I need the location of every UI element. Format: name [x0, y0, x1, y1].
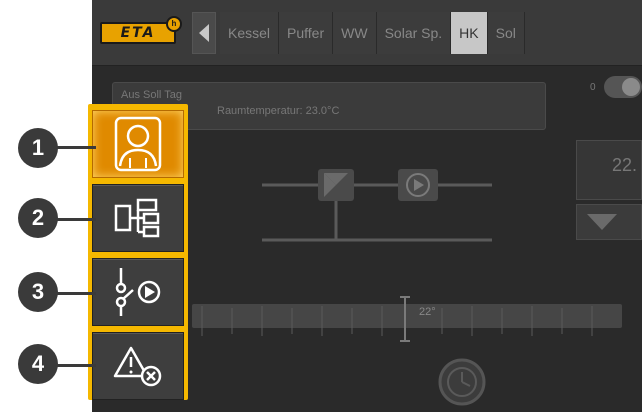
pump-icon	[398, 169, 438, 201]
callout-1: 1	[18, 128, 58, 168]
tab-ww[interactable]: WW	[333, 12, 377, 54]
toggle-label: 0	[590, 82, 596, 93]
tab-bar: Kessel Puffer WW Solar Sp. HK Sol	[220, 12, 525, 54]
mode-icons	[280, 356, 486, 406]
errors-menu-button[interactable]	[92, 332, 184, 400]
heating-circuit-diagram	[262, 169, 492, 242]
tab-sol[interactable]: Sol	[487, 12, 525, 54]
eta-logo: ETA h	[100, 16, 182, 44]
tab-scroll-left-button[interactable]	[192, 12, 216, 54]
tab-solar-sp[interactable]: Solar Sp.	[376, 12, 452, 54]
callout-4: 4	[18, 344, 58, 384]
top-bar: ETA h Kessel Puffer WW Solar Sp. HK Sol	[92, 0, 642, 66]
slider-handle[interactable]	[400, 296, 410, 342]
setpoint-panel: 22.	[576, 140, 642, 200]
structure-tree-icon	[114, 198, 160, 238]
warning-error-icon	[113, 346, 162, 387]
mixing-valve-icon	[318, 169, 354, 201]
chevron-left-icon	[199, 24, 209, 42]
on-off-toggle[interactable]	[604, 76, 642, 98]
triangle-down-icon	[587, 214, 617, 230]
side-menu	[88, 104, 188, 400]
setpoint-header	[577, 141, 641, 155]
tab-hk[interactable]: HK	[451, 12, 488, 54]
tab-puffer[interactable]: Puffer	[279, 12, 334, 54]
tab-kessel[interactable]: Kessel	[220, 12, 280, 54]
decrease-button[interactable]	[576, 204, 642, 240]
moon-icon[interactable]	[280, 356, 322, 405]
callout-3: 3	[18, 272, 58, 312]
setpoint-value: 22.	[611, 155, 637, 175]
status-line-1: Aus Soll Tag	[121, 89, 182, 101]
user-icon	[114, 116, 162, 172]
logo-badge: h	[166, 16, 182, 32]
io-switch-icon	[115, 268, 161, 316]
clock-icon[interactable]	[438, 358, 486, 406]
inputs-outputs-menu-button[interactable]	[92, 258, 184, 326]
structure-menu-button[interactable]	[92, 184, 184, 252]
toggle-knob	[622, 78, 640, 96]
user-menu-button[interactable]	[92, 110, 184, 178]
slider-value-label: 22°	[419, 306, 436, 318]
callout-2: 2	[18, 198, 58, 238]
slider-scale	[201, 296, 593, 342]
